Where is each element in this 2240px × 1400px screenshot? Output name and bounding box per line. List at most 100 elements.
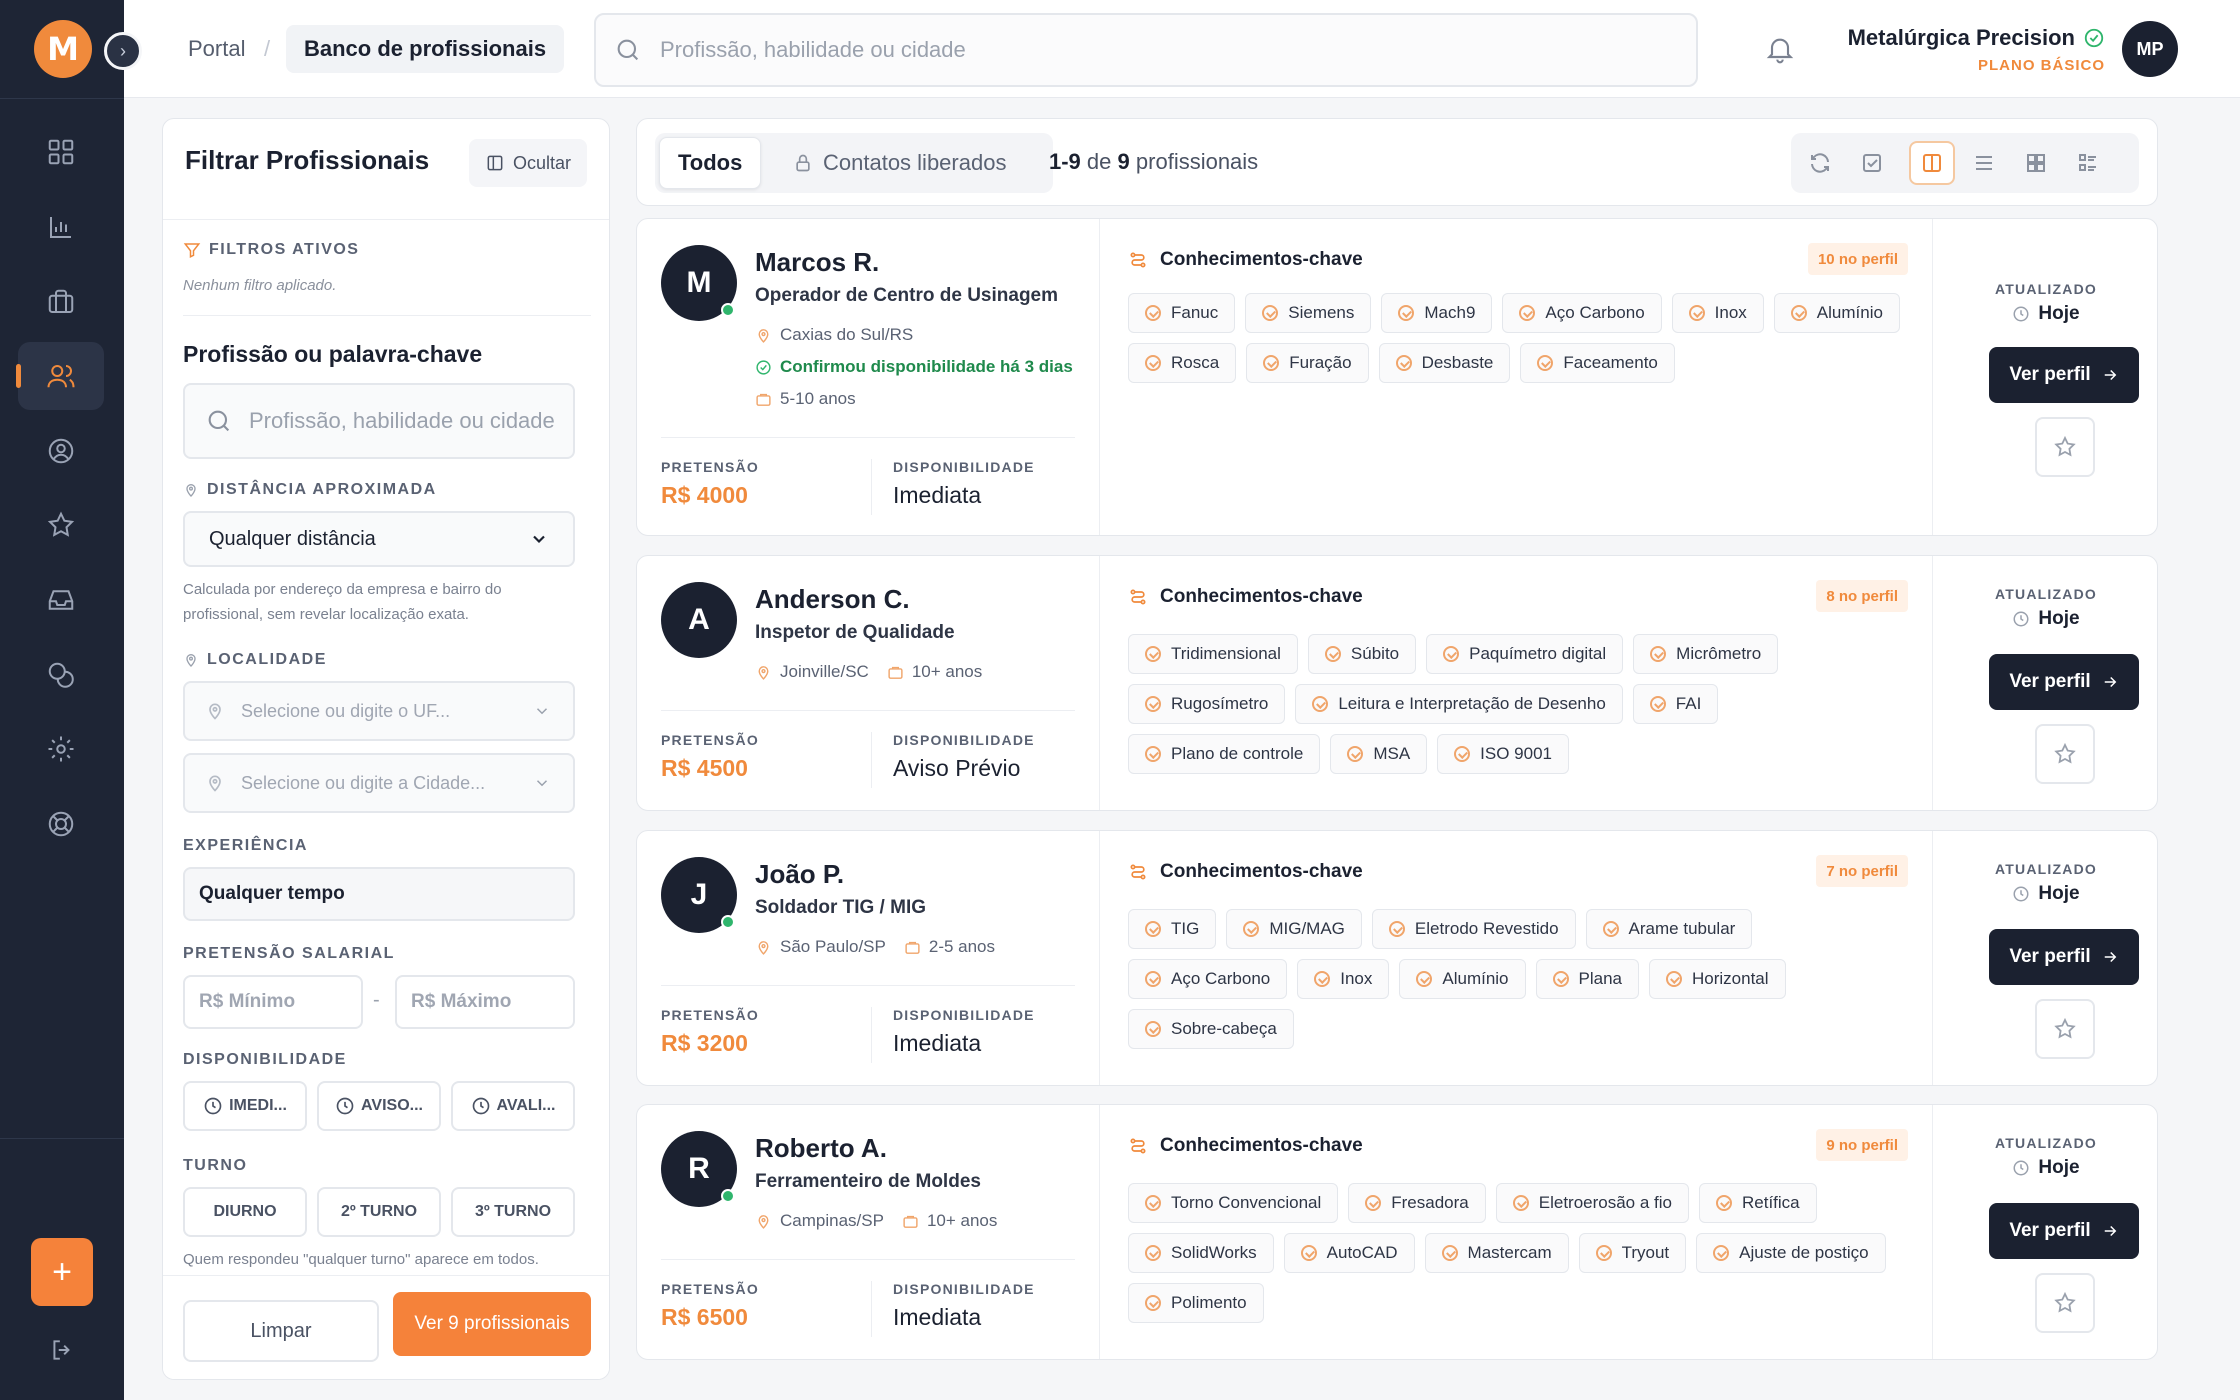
skill-tag: Arame tubular (1585, 909, 1753, 949)
check-icon (1416, 971, 1433, 987)
sidebar-item-support[interactable] (18, 790, 104, 858)
bell-icon[interactable] (1764, 33, 1796, 65)
skill-tag: Alumínio (1399, 959, 1526, 999)
candidate-name[interactable]: Anderson C. (755, 584, 910, 615)
breadcrumb-separator: / (264, 36, 271, 61)
results-toolbar: Todos Contatos liberados 1-9 de 9 profis… (636, 118, 2158, 206)
check-icon (1145, 1295, 1161, 1311)
candidate-city: São Paulo/SP 2-5 anos (755, 937, 995, 957)
candidate-name[interactable]: Roberto A. (755, 1133, 887, 1164)
favorite-button[interactable] (2035, 1273, 2095, 1333)
shift-second[interactable]: 2º TURNO (317, 1187, 441, 1237)
add-button[interactable]: + (31, 1238, 93, 1306)
check-icon (1312, 696, 1329, 712)
favorite-button[interactable] (2035, 999, 2095, 1059)
collapse-sidebar-button[interactable]: › (104, 32, 142, 70)
favorite-button[interactable] (2035, 417, 2095, 477)
sidebar-toggle-icon (487, 155, 503, 171)
refresh-button[interactable] (1797, 141, 1843, 185)
candidate-salary: R$ 3200 (661, 1030, 748, 1056)
tab-all[interactable]: Todos (659, 137, 762, 189)
updated-value: Hoje (1933, 883, 2159, 905)
top-bar: Portal / Banco de profissionais Profissã… (124, 0, 2240, 98)
avatar[interactable]: MP (2122, 21, 2178, 77)
shift-third[interactable]: 3º TURNO (451, 1187, 575, 1237)
skill-tag: Mastercam (1424, 1233, 1569, 1273)
sidebar-item-dashboard[interactable] (18, 118, 104, 186)
availability-notice[interactable]: AVISO... (317, 1081, 441, 1131)
arrow-right-icon (2104, 951, 2116, 963)
distance-select[interactable]: Qualquer distância (183, 511, 575, 567)
candidate-city: Joinville/SC 10+ anos (755, 662, 982, 682)
sidebar-item-credits[interactable] (18, 641, 104, 709)
view-grid-button[interactable] (2013, 141, 2059, 185)
check-icon (1262, 305, 1279, 321)
logout-button[interactable] (46, 1334, 78, 1366)
skill-tag: TIG (1128, 909, 1217, 949)
active-filters-label: FILTROS ATIVOS (183, 241, 359, 259)
global-search-input[interactable]: Profissão, habilidade ou cidade (594, 13, 1698, 87)
check-icon (1145, 746, 1161, 762)
experience-select[interactable]: Qualquer tempo (183, 867, 575, 921)
view-list-button[interactable] (1961, 141, 2007, 185)
view-profile-button[interactable]: Ver perfil (1989, 929, 2139, 985)
candidate-name[interactable]: João P. (755, 859, 844, 890)
sidebar-item-inbox[interactable] (18, 566, 104, 634)
salary-min-input[interactable]: R$ Mínimo (183, 975, 363, 1029)
search-icon (208, 410, 230, 432)
skill-tag: Alumínio (1773, 293, 1900, 333)
candidate-name[interactable]: Marcos R. (755, 247, 879, 278)
sidebar-item-professionals[interactable] (16, 342, 104, 410)
salary-max-input[interactable]: R$ Máximo (395, 975, 575, 1029)
keyword-input[interactable]: Profissão, habilidade ou cidade (183, 383, 575, 459)
check-icon (1145, 305, 1161, 321)
pin-icon (758, 1214, 769, 1229)
availability-label: DISPONIBILIDADE (183, 1051, 347, 1068)
check-icon (1537, 355, 1554, 371)
availability-evaluate[interactable]: AVALI... (451, 1081, 575, 1131)
skill-tag: Torno Convencional (1128, 1183, 1339, 1223)
list-icon (1976, 156, 1992, 170)
tab-released-contacts[interactable]: Contatos liberados (775, 137, 1024, 189)
apply-filters-button[interactable]: Ver 9 profissionais (393, 1292, 591, 1356)
shift-label: TURNO (183, 1157, 248, 1174)
check-icon (1145, 355, 1161, 371)
hide-filters-button[interactable]: Ocultar (468, 139, 587, 187)
breadcrumb-portal[interactable]: Portal (188, 36, 245, 62)
sidebar-item-favorites[interactable] (18, 491, 104, 559)
company-logo[interactable]: M (34, 20, 92, 78)
pin-icon (186, 654, 196, 667)
refresh-icon (1811, 153, 1829, 173)
candidate-card: R Roberto A. Ferramenteiro de Moldes Cam… (636, 1104, 2158, 1360)
view-profile-button[interactable]: Ver perfil (1989, 1203, 2139, 1259)
skill-tag: SolidWorks (1128, 1233, 1274, 1273)
uf-select[interactable]: Selecione ou digite o UF... (183, 681, 575, 741)
check-icon (1666, 971, 1682, 987)
shift-note: Quem respondeu "qualquer turno" aparece … (183, 1251, 539, 1268)
view-switcher (1791, 133, 2139, 193)
sidebar-item-reports[interactable] (18, 193, 104, 261)
company-info[interactable]: Metalúrgica Precision PLANO BÁSICO (1848, 25, 2105, 74)
shift-day[interactable]: DIURNO (183, 1187, 307, 1237)
favorite-button[interactable] (2035, 724, 2095, 784)
sidebar-item-jobs[interactable] (18, 268, 104, 336)
candidate-availability: Imediata (893, 1304, 982, 1330)
sidebar-item-settings[interactable] (18, 715, 104, 783)
view-compact-button[interactable] (2065, 141, 2111, 185)
search-placeholder: Profissão, habilidade ou cidade (660, 37, 966, 62)
skill-tag: Eletroerosão a fio (1495, 1183, 1689, 1223)
availability-immediate[interactable]: IMEDI... (183, 1081, 307, 1131)
candidate-city: Campinas/SP 10+ anos (755, 1211, 997, 1231)
sidebar-item-profile[interactable] (18, 417, 104, 485)
updated-value: Hoje (1933, 303, 2159, 325)
candidate-availability: Imediata (893, 482, 982, 508)
view-split-button[interactable] (1909, 141, 1955, 185)
select-all-button[interactable] (1849, 141, 1895, 185)
city-select[interactable]: Selecione ou digite a Cidade... (183, 753, 575, 813)
coins-icon (48, 662, 74, 688)
view-profile-button[interactable]: Ver perfil (1989, 654, 2139, 710)
skills-count-badge: 9 no perfil (1816, 1129, 1908, 1161)
clock-icon (2013, 611, 2029, 627)
clear-filters-button[interactable]: Limpar (183, 1300, 379, 1362)
view-profile-button[interactable]: Ver perfil (1989, 347, 2139, 403)
